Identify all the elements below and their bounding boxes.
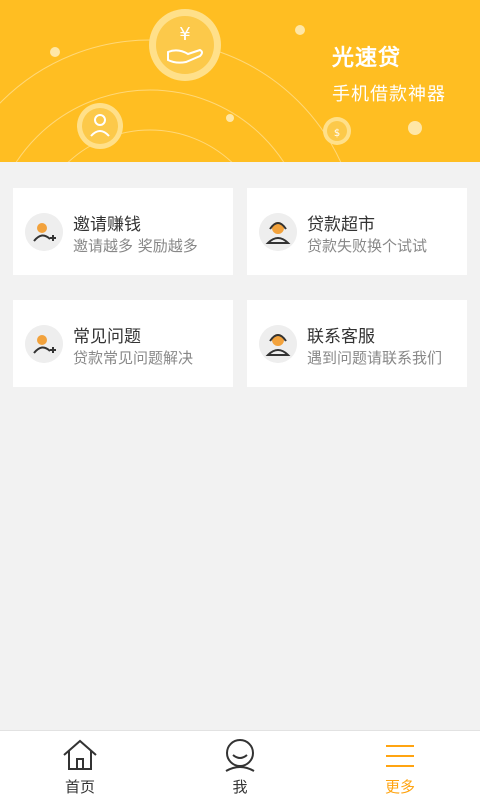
header-banner: ¥ $ 光速贷 手机借款神器 (0, 0, 480, 162)
tab-home[interactable]: 首页 (0, 731, 160, 801)
card-invite-earn[interactable]: 邀请赚钱 邀请越多 奖励越多 (13, 188, 233, 275)
card-title: 常见问题 (73, 327, 141, 347)
headset-agent-icon (259, 213, 297, 251)
tab-label: 更多 (384, 778, 415, 796)
tab-label: 我 (232, 778, 248, 796)
app-title: 光速贷 (332, 46, 402, 71)
tab-more[interactable]: 更多 (320, 731, 480, 801)
brand-block: 光速贷 手机借款神器 (332, 40, 446, 106)
bottom-tab-bar: 首页 我 更多 (0, 730, 480, 801)
home-icon (63, 739, 97, 770)
card-subtitle: 遇到问题请联系我们 (307, 349, 443, 367)
user-icon (225, 739, 255, 772)
card-title: 邀请赚钱 (73, 215, 141, 235)
money-hand-icon: ¥ (149, 9, 221, 81)
menu-icon (386, 745, 414, 767)
card-title: 联系客服 (307, 327, 375, 347)
svg-text:¥: ¥ (179, 24, 190, 45)
person-coin-icon (77, 103, 123, 149)
card-loan-market[interactable]: 贷款超市 贷款失败换个试试 (247, 188, 467, 275)
tab-label: 首页 (64, 778, 95, 796)
coin-bag-icon: $ (323, 117, 351, 145)
card-subtitle: 贷款常见问题解决 (73, 349, 194, 367)
user-add-icon (25, 213, 63, 251)
card-subtitle: 贷款失败换个试试 (307, 237, 428, 255)
card-faq[interactable]: 常见问题 贷款常见问题解决 (13, 300, 233, 387)
tab-me[interactable]: 我 (160, 731, 320, 801)
svg-text:$: $ (334, 128, 340, 139)
card-contact-service[interactable]: 联系客服 遇到问题请联系我们 (247, 300, 467, 387)
card-title: 贷款超市 (307, 215, 375, 235)
app-subtitle: 手机借款神器 (332, 84, 446, 105)
headset-agent-icon (259, 325, 297, 363)
card-subtitle: 邀请越多 奖励越多 (73, 237, 198, 255)
user-add-icon (25, 325, 63, 363)
